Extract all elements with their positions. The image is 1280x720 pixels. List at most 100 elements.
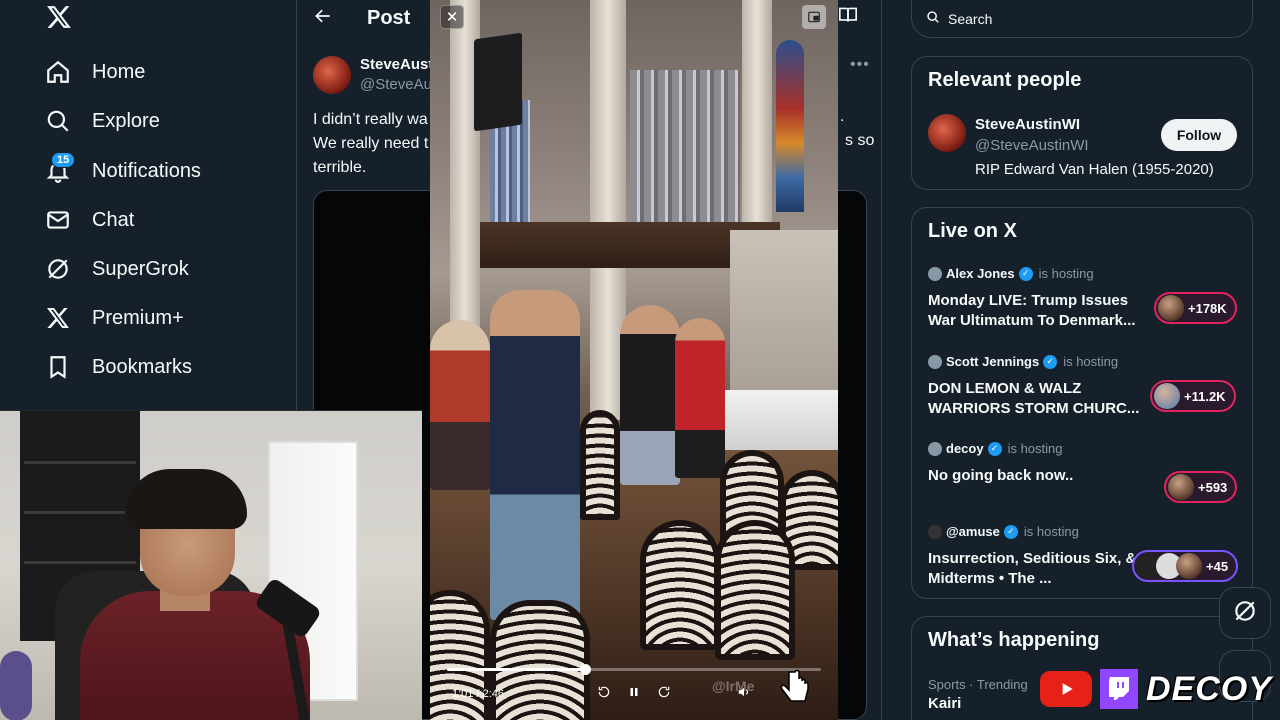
- live-listeners-pill[interactable]: +45: [1132, 550, 1239, 582]
- pause-icon[interactable]: [626, 684, 642, 700]
- live-title: DON LEMON & WALZ WARRIORS STORM CHURC...: [928, 380, 1140, 417]
- live-on-x-card: Live on X Alex Jones ✓ is hosting Monday…: [911, 207, 1253, 599]
- x-logo-icon[interactable]: [46, 4, 72, 37]
- video-speaker: [474, 32, 522, 132]
- live-listeners-pill[interactable]: +178K: [1154, 292, 1237, 324]
- video-chair: [430, 590, 490, 720]
- video-person: [430, 320, 490, 490]
- x-logo-icon: [44, 304, 72, 332]
- picture-in-picture-icon[interactable]: [802, 5, 826, 29]
- live-listeners-pill[interactable]: +11.2K: [1150, 380, 1236, 412]
- rewind-icon[interactable]: [596, 684, 612, 700]
- video-chair: [490, 600, 590, 720]
- webcam-plush: [0, 651, 32, 720]
- streamer-brand: DECOY: [1040, 666, 1272, 712]
- youtube-icon: [1040, 671, 1092, 707]
- search-input[interactable]: Search: [948, 11, 992, 27]
- author-handle[interactable]: @SteveAus: [360, 76, 439, 93]
- listener-count: +45: [1206, 558, 1229, 574]
- nav-bookmarks-label: Bookmarks: [92, 355, 193, 378]
- webcam-shelf-row: [24, 561, 136, 564]
- more-options-icon[interactable]: •••: [850, 56, 870, 74]
- grok-button[interactable]: [1219, 587, 1271, 639]
- live-host-name: Scott Jennings: [946, 354, 1040, 369]
- author-name[interactable]: SteveAust: [360, 56, 433, 73]
- nav-notifications-label: Notifications: [92, 159, 201, 182]
- live-item[interactable]: @amuse ✓ is hosting Insurrection, Sediti…: [928, 524, 1239, 594]
- avatar: [928, 524, 942, 539]
- webcam-shelf-row: [24, 461, 136, 464]
- hosting-label: is hosting: [1063, 354, 1119, 369]
- live-item[interactable]: decoy ✓ is hosting No going back now.. +…: [928, 441, 1238, 511]
- verified-icon: ✓: [1018, 266, 1033, 281]
- search-box[interactable]: Search: [911, 0, 1253, 38]
- trend-name[interactable]: Kairi: [928, 695, 961, 712]
- live-item[interactable]: Scott Jennings ✓ is hosting DON LEMON & …: [928, 354, 1238, 424]
- nav-supergrok-label: SuperGrok: [92, 257, 189, 280]
- page-title: Post: [367, 7, 411, 29]
- reader-icon[interactable]: [838, 6, 860, 28]
- search-icon: [44, 107, 72, 135]
- nav-explore[interactable]: Explore: [44, 101, 160, 141]
- author-avatar[interactable]: [313, 56, 351, 94]
- video-wall: [730, 230, 838, 390]
- mail-icon: [44, 206, 72, 234]
- nav-premium[interactable]: Premium+: [44, 298, 184, 338]
- home-icon: [44, 58, 72, 86]
- video-chair: [715, 520, 795, 660]
- live-title: Monday LIVE: Trump Issues War Ultimatum …: [928, 292, 1136, 329]
- nav-bookmarks[interactable]: Bookmarks: [44, 347, 192, 387]
- listener-count: +178K: [1188, 300, 1227, 316]
- video-watermark: @IrMe: [712, 678, 755, 694]
- video-player[interactable]: ✕ 1:01 / 2:46 @IrMe: [430, 0, 838, 720]
- avatar: [1168, 474, 1194, 500]
- avatar: [928, 266, 942, 281]
- nav-supergrok[interactable]: SuperGrok: [44, 249, 189, 289]
- relevant-person-name[interactable]: SteveAustinWI: [975, 116, 1080, 133]
- hosting-label: is hosting: [1023, 524, 1079, 539]
- video-chair: [580, 410, 620, 520]
- close-button[interactable]: ✕: [440, 5, 464, 29]
- nav-chat[interactable]: Chat: [44, 200, 134, 240]
- relevant-person-handle[interactable]: @SteveAustinWI: [975, 137, 1089, 154]
- live-host-name: @amuse: [946, 524, 1000, 539]
- avatar: [1176, 553, 1202, 579]
- live-title: No going back now..: [928, 467, 1074, 484]
- grok-icon: [44, 255, 72, 283]
- live-listeners-pill[interactable]: +593: [1164, 471, 1238, 503]
- nav-premium-label: Premium+: [92, 306, 184, 329]
- webcam-overlay: [0, 410, 422, 720]
- back-arrow-icon[interactable]: [313, 6, 337, 30]
- listener-count: +593: [1198, 479, 1228, 495]
- nav-home[interactable]: Home: [44, 52, 145, 92]
- video-time: 1:01 / 2:46: [452, 688, 504, 700]
- avatar: [1158, 295, 1184, 321]
- nav-chat-label: Chat: [92, 208, 135, 231]
- brand-name: DECOY: [1146, 669, 1272, 708]
- webcam-shelf-row: [24, 511, 136, 514]
- nav-home-label: Home: [92, 60, 146, 83]
- listener-count: +11.2K: [1184, 388, 1226, 404]
- verified-icon: ✓: [987, 441, 1002, 456]
- hosting-label: is hosting: [1038, 266, 1094, 281]
- live-host: Scott Jennings ✓ is hosting: [928, 354, 1118, 369]
- grok-icon: [1232, 598, 1258, 629]
- live-item[interactable]: Alex Jones ✓ is hosting Monday LIVE: Tru…: [928, 266, 1238, 336]
- video-chair: [640, 520, 720, 650]
- bookmark-icon: [44, 353, 72, 381]
- video-organ-pipes: [630, 70, 740, 240]
- relevant-person-bio: RIP Edward Van Halen (1955-2020): [975, 161, 1214, 178]
- relevant-people-title: Relevant people: [928, 69, 1082, 91]
- live-host-name: decoy: [946, 441, 984, 456]
- avatar[interactable]: [928, 114, 966, 152]
- relevant-people-card: Relevant people SteveAustinWI @SteveAust…: [911, 56, 1253, 190]
- avatar: [1154, 383, 1180, 409]
- video-person: [490, 290, 580, 620]
- twitch-icon: [1100, 669, 1138, 709]
- video-progress-bar[interactable]: [447, 664, 821, 675]
- follow-button[interactable]: Follow: [1161, 119, 1237, 151]
- webcam-person-hair: [125, 469, 247, 529]
- video-progress-fill: [447, 668, 586, 671]
- forward-icon[interactable]: [656, 684, 672, 700]
- video-person: [620, 305, 680, 485]
